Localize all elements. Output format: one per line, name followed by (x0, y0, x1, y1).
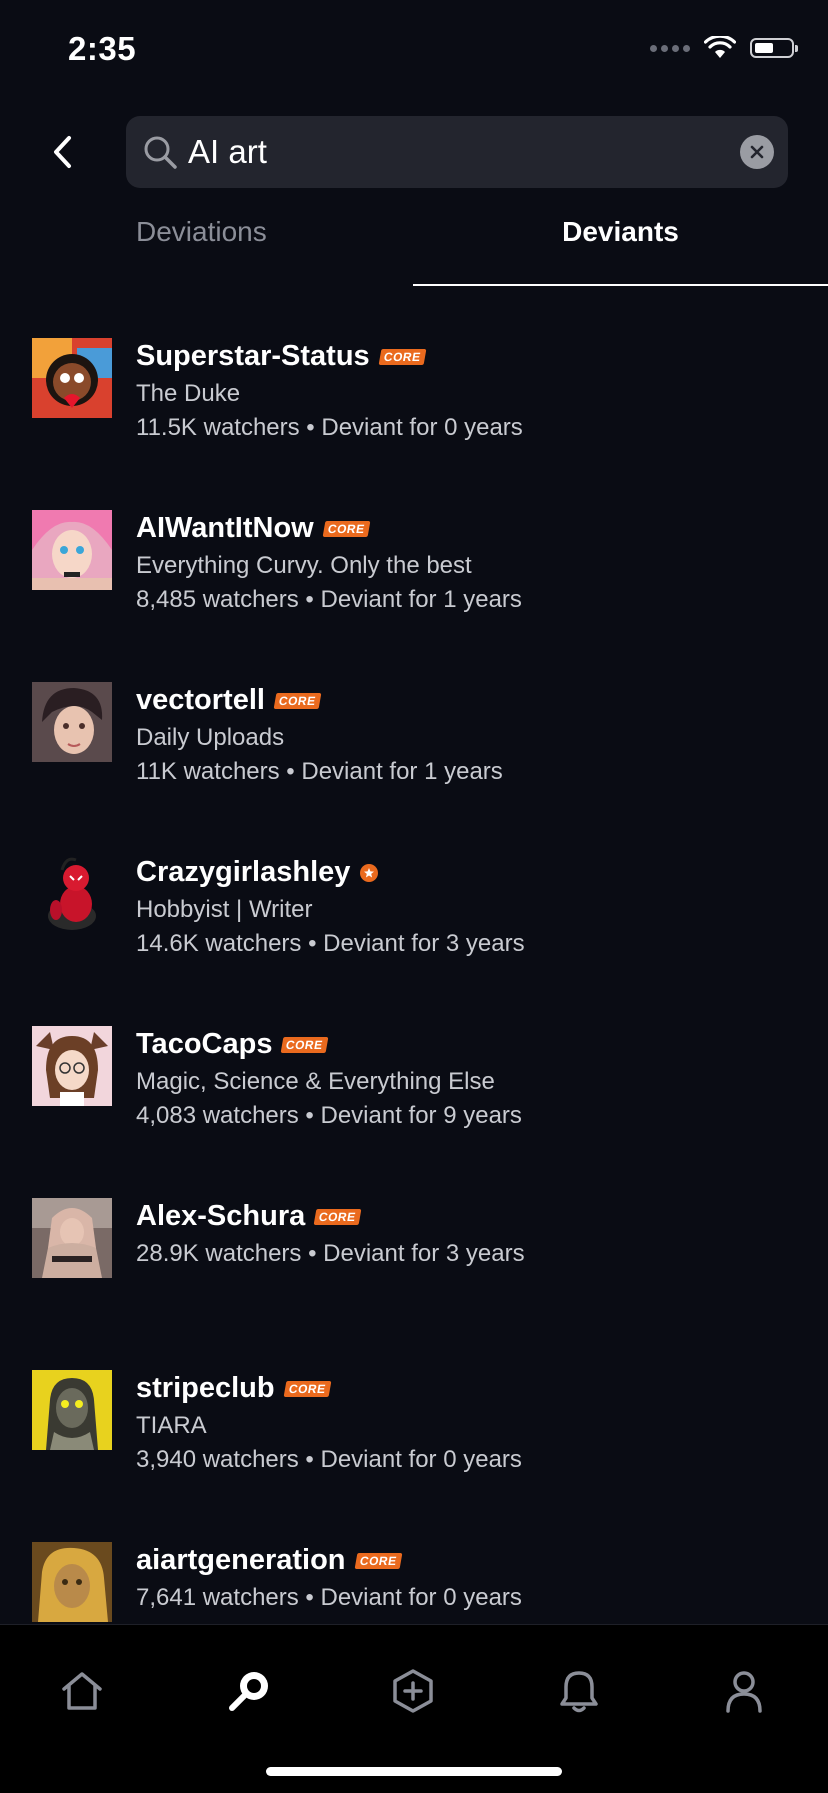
deviant-stats: 11K watchers • Deviant for 1 years (136, 758, 503, 785)
tab-bar: Deviations Deviants (0, 216, 828, 286)
nav-home[interactable] (52, 1661, 112, 1721)
core-badge: CORE (322, 520, 370, 537)
deviant-stats: 14.6K watchers • Deviant for 3 years (136, 930, 525, 957)
deviant-stats: 11.5K watchers • Deviant for 0 years (136, 414, 523, 441)
deviant-list: Superstar-Status CORE The Duke 11.5K wat… (0, 300, 828, 1624)
core-badge: CORE (283, 1380, 331, 1397)
home-indicator (266, 1767, 562, 1776)
deviant-row[interactable]: Crazygirlashley Hobbyist | Writer 14.6K … (0, 816, 828, 966)
deviant-row[interactable]: Alex-Schura CORE 28.9K watchers • Devian… (0, 1160, 828, 1310)
deviant-row[interactable]: Superstar-Status CORE The Duke 11.5K wat… (0, 300, 828, 450)
clear-search-button[interactable] (740, 135, 774, 169)
deviant-row[interactable]: stripeclub CORE TIARA 3,940 watchers • D… (0, 1332, 828, 1482)
bell-icon (560, 1671, 598, 1713)
avatar (32, 1198, 112, 1278)
username: Superstar-Status (136, 340, 370, 372)
username: AIWantItNow (136, 512, 314, 544)
search-icon (140, 132, 180, 172)
deviant-stats: 7,641 watchers • Deviant for 0 years (136, 1584, 522, 1611)
search-icon (229, 1672, 268, 1711)
tagline: The Duke (136, 380, 241, 407)
star-badge-icon (360, 863, 379, 882)
create-icon (393, 1669, 433, 1713)
username: vectortell (136, 684, 265, 716)
core-badge: CORE (281, 1036, 329, 1053)
core-badge: CORE (273, 692, 322, 709)
status-time: 2:35 (68, 30, 137, 67)
tagline: Magic, Science & Everything Else (136, 1068, 495, 1095)
search-bar[interactable] (126, 116, 788, 188)
tab-deviants[interactable]: Deviants (413, 216, 828, 286)
bottom-nav (0, 1624, 828, 1793)
tab-deviations[interactable]: Deviations (136, 216, 267, 286)
avatar (32, 1026, 112, 1106)
nav-notifications[interactable] (549, 1661, 609, 1721)
username: aiartgeneration (136, 1544, 346, 1576)
tagline: Hobbyist | Writer (136, 896, 313, 923)
back-button[interactable] (42, 128, 82, 176)
avatar (32, 682, 112, 762)
deviant-row[interactable]: vectortell CORE Daily Uploads 11K watche… (0, 644, 828, 794)
home-icon (62, 1672, 102, 1710)
deviant-stats: 4,083 watchers • Deviant for 9 years (136, 1102, 522, 1129)
deviant-stats: 28.9K watchers • Deviant for 3 years (136, 1240, 525, 1267)
avatar (32, 1542, 112, 1622)
close-icon (750, 145, 764, 159)
avatar (32, 338, 112, 418)
username: stripeclub (136, 1372, 275, 1404)
wifi-icon (704, 36, 736, 58)
deviant-row[interactable]: TacoCaps CORE Magic, Science & Everythin… (0, 988, 828, 1138)
deviant-stats: 8,485 watchers • Deviant for 1 years (136, 586, 522, 613)
tagline: TIARA (136, 1412, 207, 1439)
avatar (32, 510, 112, 590)
profile-icon (726, 1671, 762, 1713)
deviant-stats: 3,940 watchers • Deviant for 0 years (136, 1446, 522, 1473)
status-icons (650, 36, 798, 60)
avatar (32, 1370, 112, 1450)
deviant-row[interactable]: AIWantItNow CORE Everything Curvy. Only … (0, 472, 828, 622)
chevron-left-icon (54, 136, 71, 168)
core-badge: CORE (378, 348, 426, 365)
nav-create[interactable] (383, 1661, 443, 1721)
username: Crazygirlashley (136, 856, 351, 888)
signal-icon (650, 44, 690, 52)
nav-profile[interactable] (714, 1661, 774, 1721)
avatar (32, 854, 112, 934)
nav-search[interactable] (220, 1661, 280, 1721)
core-badge: CORE (313, 1208, 362, 1225)
username: Alex-Schura (136, 1200, 306, 1232)
active-tab-indicator (413, 284, 828, 286)
core-badge: CORE (354, 1552, 402, 1569)
tagline: Everything Curvy. Only the best (136, 552, 472, 579)
search-input[interactable] (188, 133, 740, 171)
battery-icon (750, 38, 798, 58)
deviant-row[interactable]: aiartgeneration CORE 7,641 watchers • De… (0, 1504, 828, 1624)
status-bar: 2:35 (0, 0, 828, 100)
username: TacoCaps (136, 1028, 273, 1060)
tagline: Daily Uploads (136, 724, 285, 751)
